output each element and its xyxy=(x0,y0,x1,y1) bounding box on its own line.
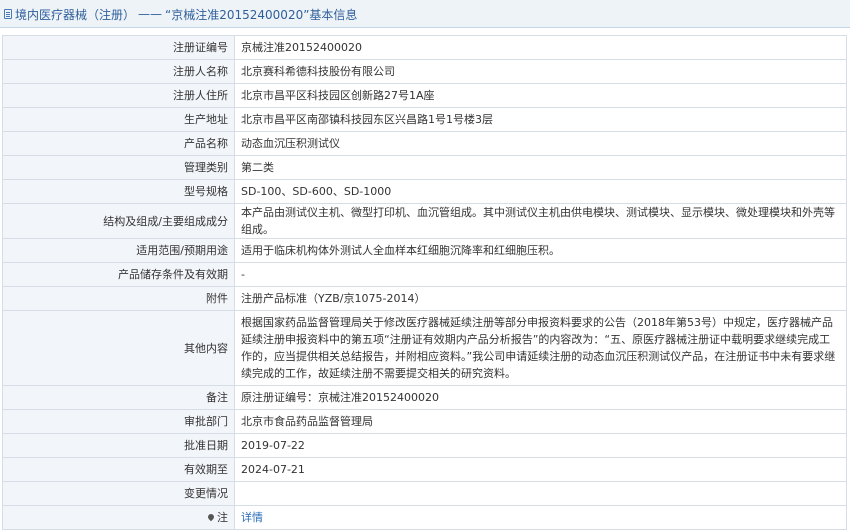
row-label: 管理类别 xyxy=(2,155,235,180)
row-value xyxy=(234,481,847,506)
row-product-name: 产品名称 动态血沉压积测试仪 xyxy=(2,131,847,156)
row-value: 2024-07-21 xyxy=(234,457,847,482)
row-registration-number: 注册证编号 京械注准20152400020 xyxy=(2,35,847,60)
row-note: 注 详情 xyxy=(2,505,847,530)
row-model-spec: 型号规格 SD-100、SD-600、SD-1000 xyxy=(2,179,847,204)
row-value: 京械注准20152400020 xyxy=(234,35,847,60)
row-remarks: 备注 原注册证编号：京械注准20152400020 xyxy=(2,385,847,410)
row-approval-date: 批准日期 2019-07-22 xyxy=(2,433,847,458)
row-label: 审批部门 xyxy=(2,409,235,434)
row-label: 生产地址 xyxy=(2,107,235,132)
header-title: “京械注准20152400020”基本信息 xyxy=(165,7,358,22)
row-value: 2019-07-22 xyxy=(234,433,847,458)
details-link[interactable]: 详情 xyxy=(241,511,263,524)
row-value: 北京市昌平区科技园区创新路27号1A座 xyxy=(234,83,847,108)
row-attachment: 附件 注册产品标准（YZB/京1075-2014） xyxy=(2,286,847,311)
row-label: 结构及组成/主要组成成分 xyxy=(2,203,235,239)
row-registrant-name: 注册人名称 北京赛科希德科技股份有限公司 xyxy=(2,59,847,84)
row-label: 注册证编号 xyxy=(2,35,235,60)
row-label: 型号规格 xyxy=(2,179,235,204)
row-value: 根据国家药品监督管理局关于修改医疗器械延续注册等部分申报资料要求的公告（2018… xyxy=(234,310,847,386)
note-label-cell: 注 xyxy=(2,505,235,530)
row-label: 适用范围/预期用途 xyxy=(2,238,235,263)
row-value: 动态血沉压积测试仪 xyxy=(234,131,847,156)
header-category: 境内医疗器械（注册） xyxy=(15,7,136,22)
row-label: 注册人名称 xyxy=(2,59,235,84)
row-structure: 结构及组成/主要组成成分 本产品由测试仪主机、微型打印机、血沉管组成。其中测试仪… xyxy=(2,203,847,239)
row-other-content: 其他内容 根据国家药品监督管理局关于修改医疗器械延续注册等部分申报资料要求的公告… xyxy=(2,310,847,386)
row-value: SD-100、SD-600、SD-1000 xyxy=(234,179,847,204)
row-label: 变更情况 xyxy=(2,481,235,506)
row-value: - xyxy=(234,262,847,287)
row-approval-dept: 审批部门 北京市食品药品监督管理局 xyxy=(2,409,847,434)
row-value: 北京赛科希德科技股份有限公司 xyxy=(234,59,847,84)
row-value: 本产品由测试仪主机、微型打印机、血沉管组成。其中测试仪主机由供电模块、测试模块、… xyxy=(234,203,847,239)
row-value: 原注册证编号：京械注准20152400020 xyxy=(234,385,847,410)
row-management-category: 管理类别 第二类 xyxy=(2,155,847,180)
row-valid-until: 有效期至 2024-07-21 xyxy=(2,457,847,482)
row-value: 注册产品标准（YZB/京1075-2014） xyxy=(234,286,847,311)
row-value: 适用于临床机构体外测试人全血样本红细胞沉降率和红细胞压积。 xyxy=(234,238,847,263)
row-production-address: 生产地址 北京市昌平区南邵镇科技园东区兴昌路1号1号楼3层 xyxy=(2,107,847,132)
note-label: 注 xyxy=(217,511,228,524)
row-storage-validity: 产品储存条件及有效期 - xyxy=(2,262,847,287)
row-label: 有效期至 xyxy=(2,457,235,482)
row-label: 产品储存条件及有效期 xyxy=(2,262,235,287)
row-label: 其他内容 xyxy=(2,310,235,386)
row-value: 北京市食品药品监督管理局 xyxy=(234,409,847,434)
row-registrant-address: 注册人住所 北京市昌平区科技园区创新路27号1A座 xyxy=(2,83,847,108)
document-icon xyxy=(4,9,12,19)
row-label: 产品名称 xyxy=(2,131,235,156)
pin-icon xyxy=(206,512,216,522)
note-value-cell: 详情 xyxy=(234,505,847,530)
row-label: 备注 xyxy=(2,385,235,410)
row-value: 第二类 xyxy=(234,155,847,180)
page-header: 境内医疗器械（注册） —— “京械注准20152400020”基本信息 xyxy=(0,0,850,28)
row-label: 批准日期 xyxy=(2,433,235,458)
row-label: 注册人住所 xyxy=(2,83,235,108)
info-table: 注册证编号 京械注准20152400020 注册人名称 北京赛科希德科技股份有限… xyxy=(2,35,847,530)
row-change-status: 变更情况 xyxy=(2,481,847,506)
row-value: 北京市昌平区南邵镇科技园东区兴昌路1号1号楼3层 xyxy=(234,107,847,132)
row-intended-use: 适用范围/预期用途 适用于临床机构体外测试人全血样本红细胞沉降率和红细胞压积。 xyxy=(2,238,847,263)
header-dash: —— xyxy=(138,7,163,21)
row-label: 附件 xyxy=(2,286,235,311)
